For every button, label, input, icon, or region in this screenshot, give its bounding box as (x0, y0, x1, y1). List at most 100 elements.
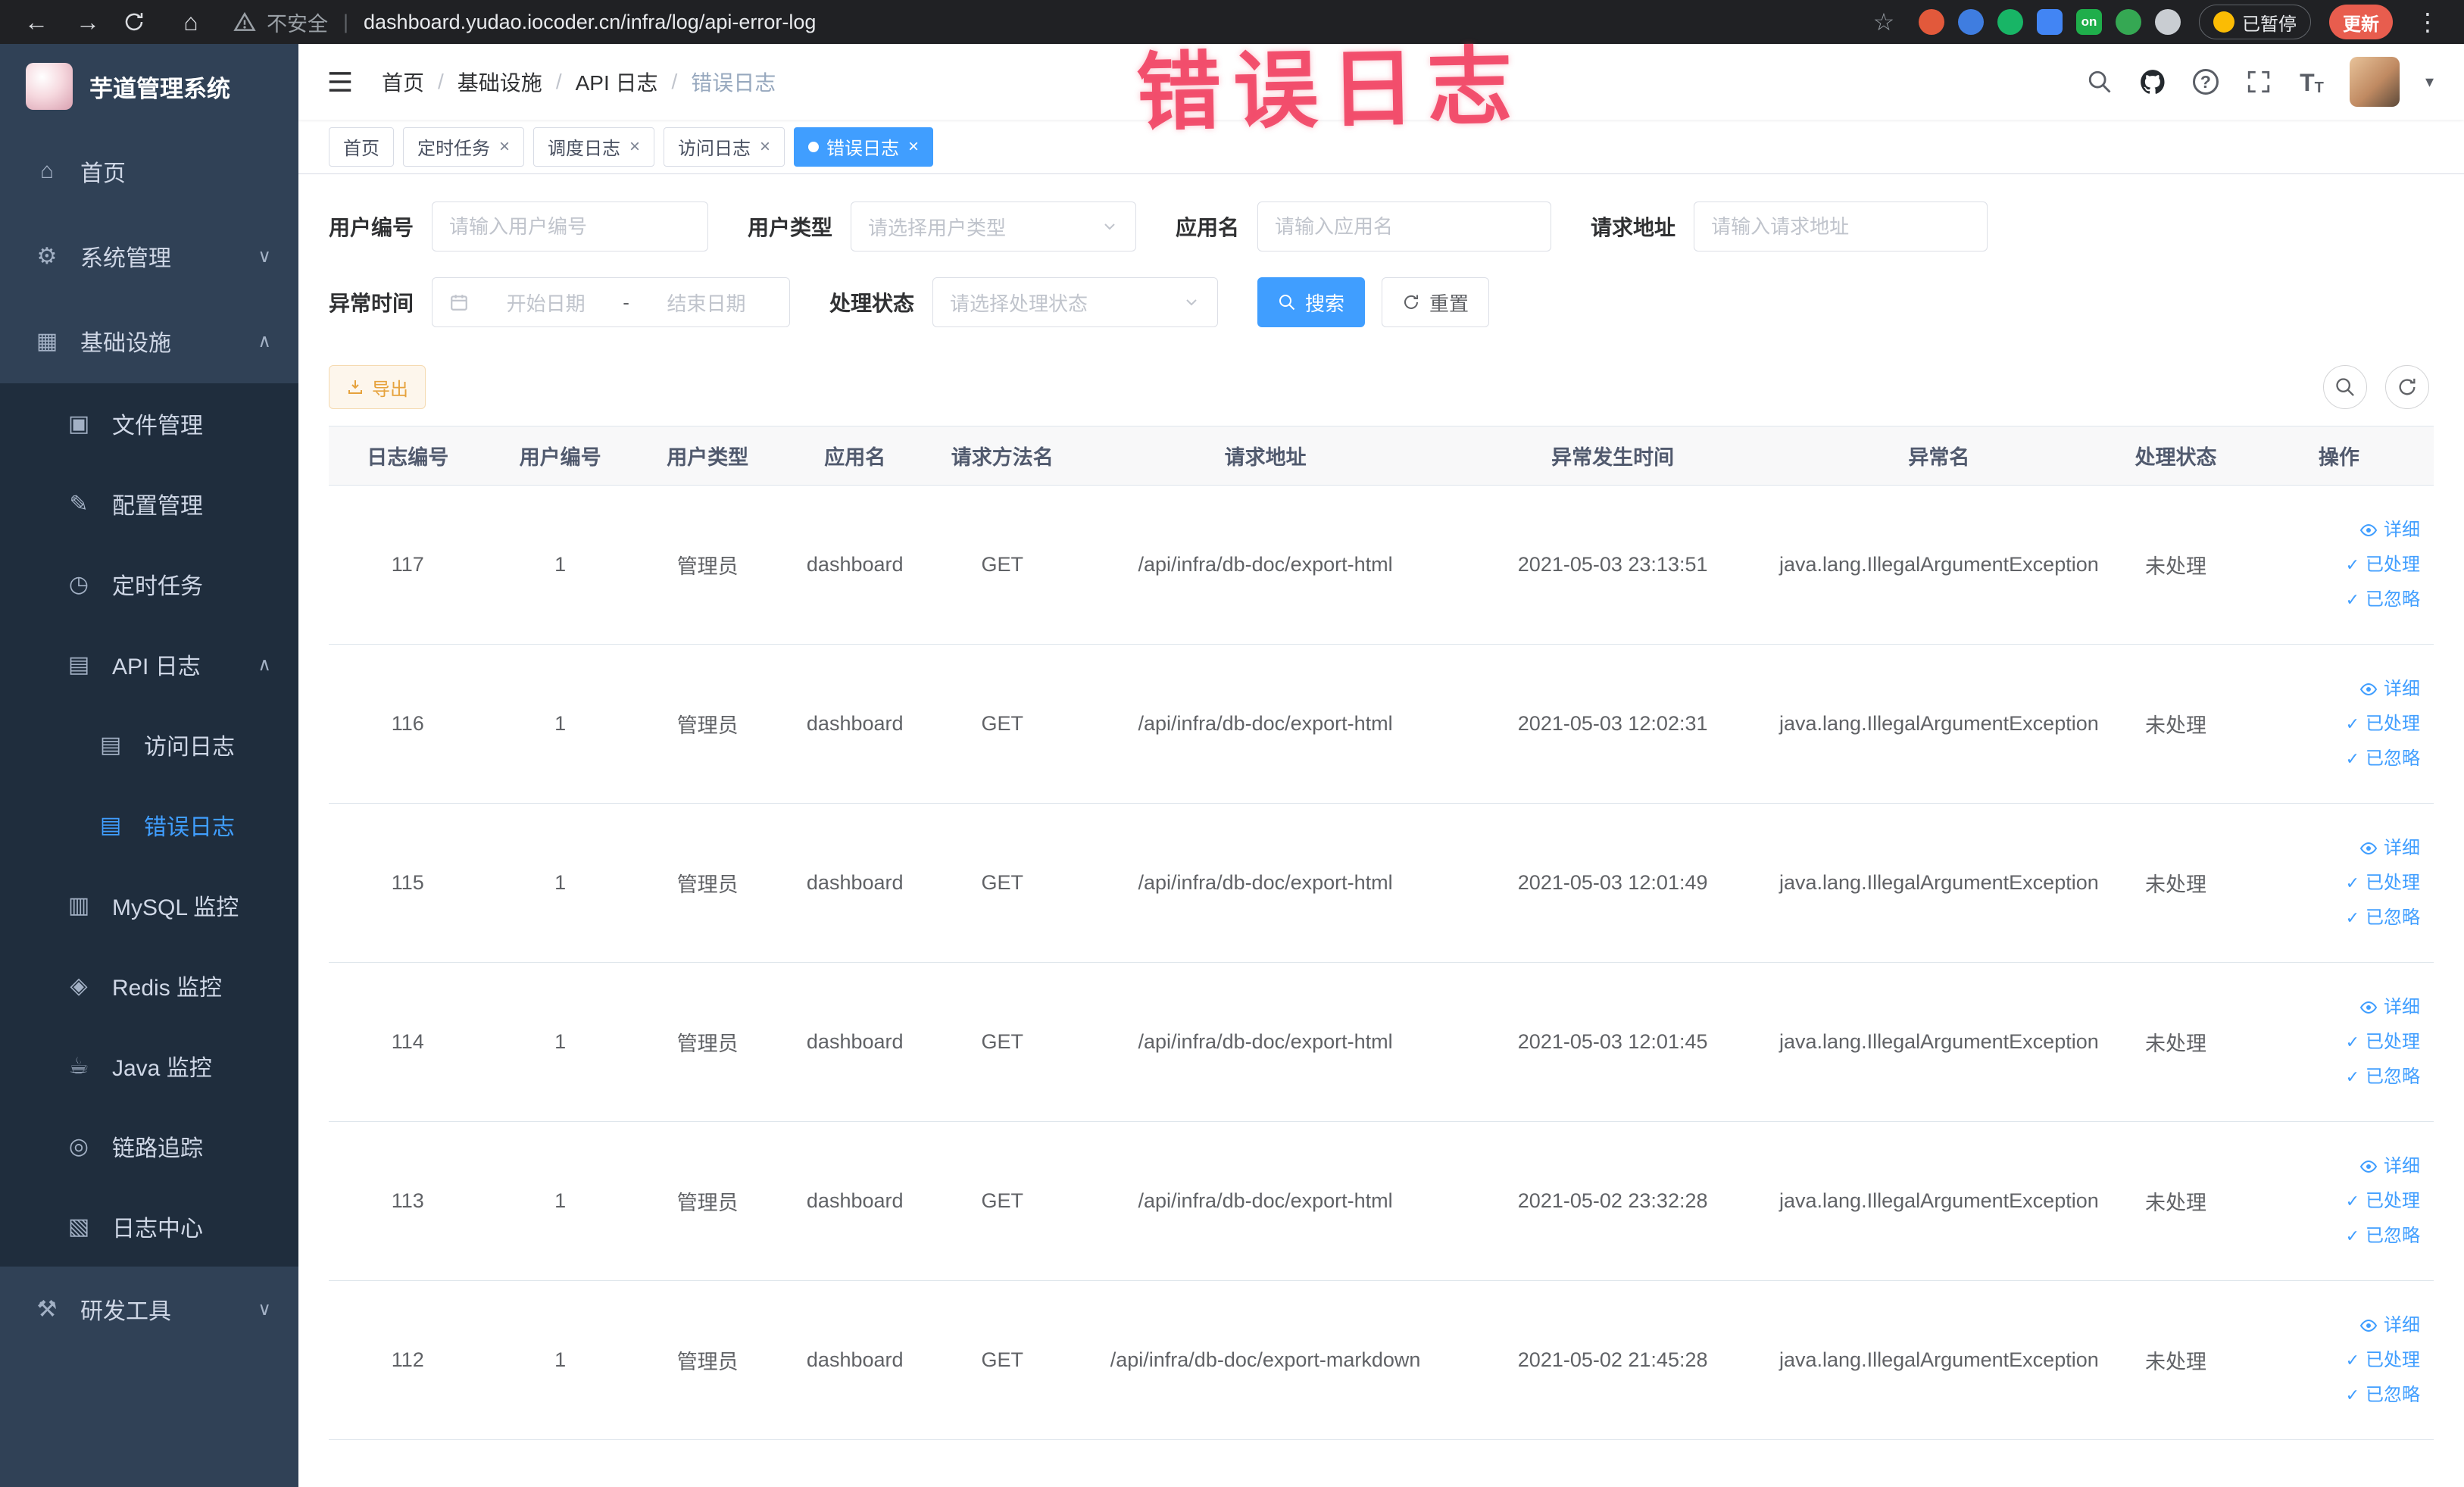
action-check-link[interactable]: ✓ 已处理 (2252, 1343, 2420, 1378)
font-size-icon[interactable]: TT (2297, 67, 2327, 97)
extension-icon-4[interactable] (2037, 9, 2063, 35)
sidebar-item-9[interactable]: ▥ MySQL 监控 (0, 865, 298, 945)
action-check-link[interactable]: ✓ 已处理 (2252, 866, 2420, 901)
sidebar-item-0[interactable]: ⌂ 首页 (0, 129, 298, 214)
sidebar-item-12[interactable]: ◎ 链路追踪 (0, 1106, 298, 1186)
app-name-input[interactable] (1257, 201, 1552, 251)
tab-4[interactable]: 错误日志 × (794, 127, 934, 167)
search-button[interactable]: 搜索 (1257, 277, 1366, 327)
hamburger-icon[interactable] (326, 65, 359, 98)
check-icon: ✓ (2345, 873, 2359, 892)
close-icon[interactable]: × (629, 136, 640, 158)
back-icon[interactable]: ← (20, 8, 53, 36)
action-eye-link[interactable]: 详细 (2252, 1149, 2420, 1184)
extension-icon-1[interactable] (1919, 9, 1944, 35)
user-avatar[interactable] (2349, 57, 2400, 107)
row-actions: 详细 ✓ 已处理 ✓ 已忽略 (2244, 803, 2434, 963)
sidebar-item-3[interactable]: ▣ 文件管理 (0, 383, 298, 464)
user-id-label: 用户编号 (329, 216, 414, 239)
cell: 2021-05-03 23:13:51 (1454, 485, 1771, 645)
check-icon: ✓ (2345, 748, 2359, 768)
extension-icon-on[interactable]: on (2076, 9, 2102, 35)
action-check-link[interactable]: ✓ 已处理 (2252, 707, 2420, 742)
cell: 管理员 (633, 1121, 782, 1281)
export-button[interactable]: 导出 (329, 365, 426, 409)
breadcrumb-item-3[interactable]: 错误日志 (691, 67, 776, 97)
sidebar-item-13[interactable]: ▧ 日志中心 (0, 1186, 298, 1267)
action-check-link[interactable]: ✓ 已忽略 (2252, 1378, 2420, 1413)
reload-icon[interactable] (123, 11, 156, 33)
action-check-link[interactable]: ✓ 已处理 (2252, 548, 2420, 583)
sidebar-item-4[interactable]: ✎ 配置管理 (0, 464, 298, 544)
update-button[interactable]: 更新 (2329, 5, 2393, 39)
sidebar-item-7[interactable]: ▤ 访问日志 (0, 704, 298, 785)
forward-icon[interactable]: → (71, 8, 105, 36)
action-check-link[interactable]: ✓ 已忽略 (2252, 1219, 2420, 1254)
tab-1[interactable]: 定时任务 × (403, 127, 525, 167)
action-check-link[interactable]: ✓ 已处理 (2252, 1025, 2420, 1060)
action-check-link[interactable]: ✓ 已忽略 (2252, 1060, 2420, 1095)
toggle-search-icon[interactable] (2323, 365, 2367, 409)
refresh-icon[interactable] (2385, 365, 2429, 409)
action-eye-link[interactable]: 详细 (2252, 513, 2420, 548)
sidebar-item-2[interactable]: ▦ 基础设施 ∧ (0, 298, 298, 383)
cell: 管理员 (633, 803, 782, 963)
cell: 1 (486, 644, 634, 804)
table-toolbar: 导出 (298, 358, 2464, 426)
action-check-link[interactable]: ✓ 已忽略 (2252, 901, 2420, 936)
extension-icon-7[interactable] (2155, 9, 2181, 35)
sidebar-item-1[interactable]: ⚙ 系统管理 ∨ (0, 214, 298, 298)
address-bar[interactable]: 不安全 | dashboard.yudao.iocoder.cn/infra/l… (226, 8, 1849, 37)
eye-icon (2359, 998, 2378, 1017)
sidebar-item-10[interactable]: ◈ Redis 监控 (0, 945, 298, 1026)
extension-icon-3[interactable] (1997, 9, 2023, 35)
action-eye-link[interactable]: 详细 (2252, 672, 2420, 707)
action-check-link[interactable]: ✓ 已忽略 (2252, 742, 2420, 776)
close-icon[interactable]: × (499, 136, 510, 158)
action-eye-link[interactable]: 详细 (2252, 831, 2420, 866)
sidebar-item-8[interactable]: ▤ 错误日志 (0, 785, 298, 865)
sidebar-item-11[interactable]: ☕ Java 监控 (0, 1026, 298, 1106)
chevron-down-icon: ∨ (258, 245, 271, 267)
action-eye-link[interactable]: 详细 (2252, 990, 2420, 1025)
infra-icon: ▦ (36, 328, 58, 354)
close-icon[interactable]: × (760, 136, 770, 158)
sidebar-item-6[interactable]: ▤ API 日志 ∧ (0, 624, 298, 704)
help-icon[interactable]: ? (2191, 67, 2221, 97)
chevron-down-icon[interactable]: ▾ (2425, 72, 2434, 92)
row-actions: 详细 ✓ 已处理 ✓ 已忽略 (2244, 644, 2434, 804)
browser-menu-icon[interactable]: ⋮ (2411, 8, 2444, 36)
github-icon[interactable] (2138, 67, 2168, 97)
app-logo[interactable]: 芋道管理系统 (0, 44, 298, 129)
extension-icon-6[interactable] (2116, 9, 2141, 35)
user-id-input[interactable] (432, 201, 709, 251)
home-icon[interactable]: ⌂ (174, 8, 208, 36)
extension-icon-2[interactable] (1958, 9, 1984, 35)
breadcrumb-item-0[interactable]: 首页 (382, 67, 424, 97)
action-eye-link[interactable]: 详细 (2252, 1308, 2420, 1343)
timer-icon: ◷ (68, 571, 89, 597)
tab-2[interactable]: 调度日志 × (533, 127, 655, 167)
row-actions: 详细 ✓ 已处理 ✓ 已忽略 (2244, 1121, 2434, 1281)
breadcrumb-item-1[interactable]: 基础设施 (458, 67, 542, 97)
tab-3[interactable]: 访问日志 × (664, 127, 785, 167)
fullscreen-icon[interactable] (2244, 67, 2274, 97)
breadcrumb-item-2[interactable]: API 日志 (576, 67, 658, 97)
action-check-link[interactable]: ✓ 已处理 (2252, 1184, 2420, 1219)
search-icon[interactable] (2085, 67, 2115, 97)
table-row-0: 117 1 管理员 dashboard GET/api/infra/db-doc/exp… (329, 485, 2434, 645)
action-check-link[interactable]: ✓ 已忽略 (2252, 583, 2420, 617)
close-icon[interactable]: × (908, 136, 919, 158)
status-select[interactable]: 请选择处理状态 (932, 277, 1219, 327)
reset-button[interactable]: 重置 (1382, 277, 1490, 327)
tab-0[interactable]: 首页 (329, 127, 394, 167)
date-range-picker[interactable]: 开始日期 - 结束日期 (432, 277, 791, 327)
req-url-input[interactable] (1694, 201, 1988, 251)
bookmark-star-icon[interactable]: ☆ (1867, 8, 1900, 36)
cell: 1 (486, 1280, 634, 1440)
user-type-select[interactable]: 请选择用户类型 (851, 201, 1137, 251)
cell: 未处理 (2107, 1121, 2244, 1281)
paused-badge[interactable]: 已暂停 (2199, 5, 2311, 39)
sidebar-item-14[interactable]: ⚒ 研发工具 ∨ (0, 1267, 298, 1351)
sidebar-item-5[interactable]: ◷ 定时任务 (0, 544, 298, 624)
